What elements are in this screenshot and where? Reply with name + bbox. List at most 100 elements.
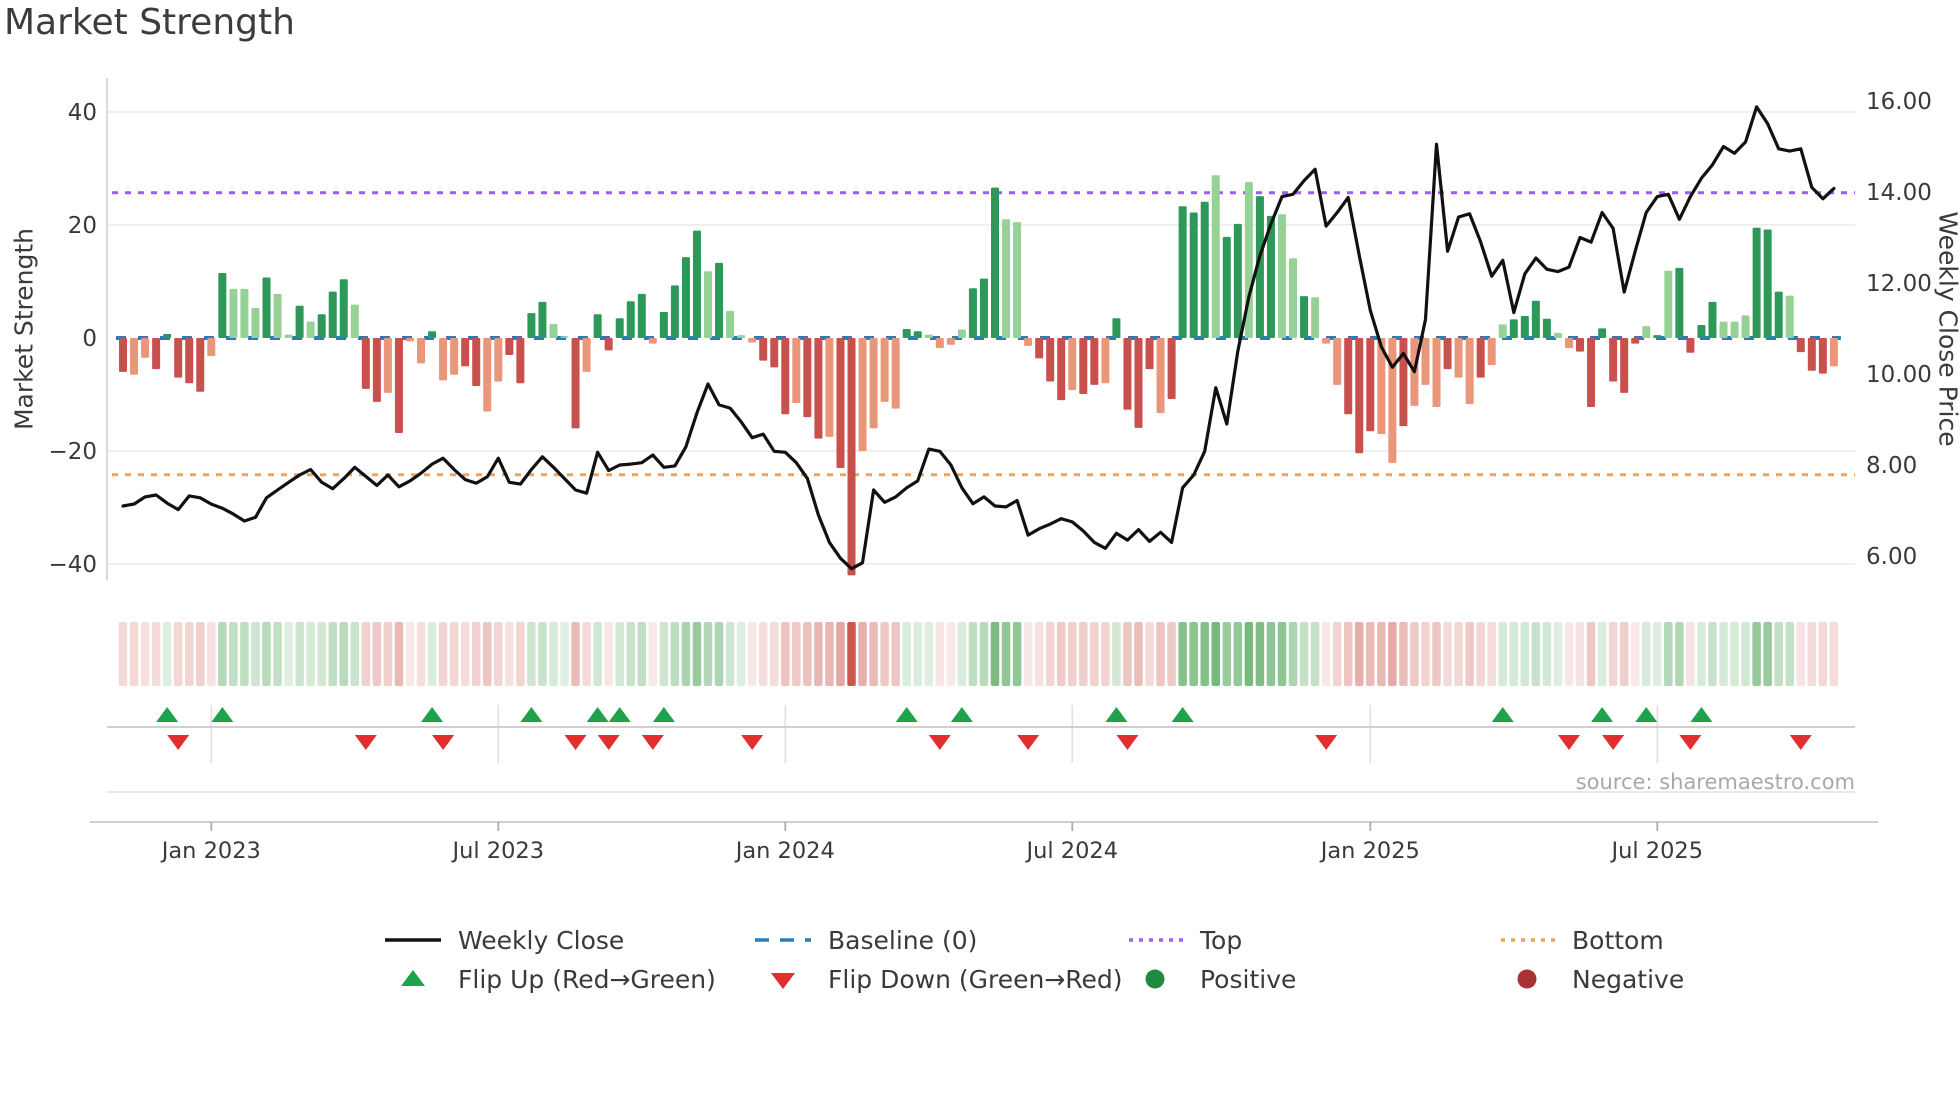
heatmap-cell [1785,622,1794,686]
heatmap-cell [1134,622,1143,686]
heatmap-cell [1045,622,1055,686]
heatmap-cell [1630,622,1640,686]
heatmap-cell [681,622,691,686]
negative-bar [1443,338,1452,370]
heatmap-cell [1542,622,1552,686]
positive-bar [1741,315,1750,338]
heatmap-cell [1034,622,1044,686]
heatmap-cell [1112,622,1121,686]
positive-bar [1719,321,1728,338]
heatmap-cell [1023,622,1033,686]
negative-bar [869,338,878,429]
negative-bar [825,338,834,437]
heatmap-cell [792,622,801,686]
legend-item-negative: Negative [1496,965,1684,994]
negative-bar [1421,338,1430,385]
baseline-dash-icon [752,927,814,953]
negative-bar [483,338,492,412]
heatmap-cell [582,622,591,686]
positive-bar [317,314,326,338]
negative-bar [472,338,481,387]
positive-bar [615,318,624,338]
tick-label: Jul 2023 [451,838,545,864]
heatmap-cell [1277,622,1287,686]
positive-bar [1498,324,1507,338]
heatmap-cell [1156,622,1165,686]
negative-bar [119,338,127,372]
heatmap-cell [361,622,371,686]
heatmap-cell [1575,622,1585,686]
positive-bar [1531,300,1540,338]
flip-down-marker [641,735,664,750]
heatmap-cell [1266,622,1276,686]
negative-bar [152,338,161,370]
negative-bar [372,338,381,402]
flip-up-marker [1491,707,1514,722]
heatmap-cell [1719,622,1728,686]
negative-bar [836,338,845,468]
flip-down-marker [564,735,587,750]
heatmap-cell [1332,622,1342,686]
negative-bar [417,338,426,364]
negative-bar [792,338,801,403]
flip-down-marker [167,735,190,750]
flip-down-marker [928,735,951,750]
heatmap-cell [1664,622,1673,686]
tick-label: 20 [68,213,97,239]
positive-bar [218,273,227,338]
tick-label: Jan 2023 [160,838,261,864]
heatmap-cell [129,622,139,686]
legend-item-flip-down: Flip Down (Green→Red) [752,965,1123,994]
heatmap-cell [1454,622,1463,686]
negative-bar [1046,338,1055,382]
heatmap-cell [516,622,525,686]
bottom-dotted-icon [1496,927,1558,953]
heatmap-cell [1211,622,1221,686]
positive-bar [229,288,238,338]
negative-bar [461,338,470,367]
flip-up-marker [608,707,631,722]
heatmap-cell [725,622,735,686]
heatmap-cell [494,622,503,686]
left-axis-title: Market Strength [9,227,39,431]
positive-bar [560,336,569,338]
negative-bar [174,338,183,378]
flip-down-marker [354,735,377,750]
heatmap-cell [957,622,967,686]
heatmap-cell [1818,622,1828,686]
heatmap-cell [1299,622,1309,686]
flip-down-marker [1116,735,1139,750]
positive-bar [1730,321,1739,338]
tick-label: 0 [82,326,97,352]
heatmap-cell [902,622,911,686]
heatmap-cell [847,622,856,686]
heatmap-cell [1829,622,1839,686]
heatmap-cell [1388,622,1397,686]
positive-bar [163,334,172,338]
negative-bar [880,338,889,402]
heatmap-cell [1233,622,1243,686]
heatmap-cell [549,622,558,686]
positive-bar [1697,325,1706,338]
heatmap-cell [1697,622,1706,686]
positive-bar [1211,175,1220,338]
heatmap-cell [438,622,448,686]
negative-bar [1035,338,1044,359]
heatmap-cell [229,622,238,686]
positive-bar [593,314,602,338]
heatmap-cell [604,622,613,686]
negative-bar [1465,338,1474,405]
weekly-close-line-icon [382,927,444,953]
flip-up-marker [895,707,918,722]
legend-item-baseline: Baseline (0) [752,926,977,955]
positive-bar [1675,267,1684,338]
positive-bar [692,230,701,338]
negative-bar [1587,338,1596,407]
heatmap-cell [1675,622,1684,686]
heatmap-cell [1355,622,1364,686]
legend-label: Positive [1200,964,1297,994]
positive-bar [637,293,646,338]
heatmap-cell [350,622,360,686]
negative-bar [516,338,525,384]
heatmap-cell [295,622,304,686]
